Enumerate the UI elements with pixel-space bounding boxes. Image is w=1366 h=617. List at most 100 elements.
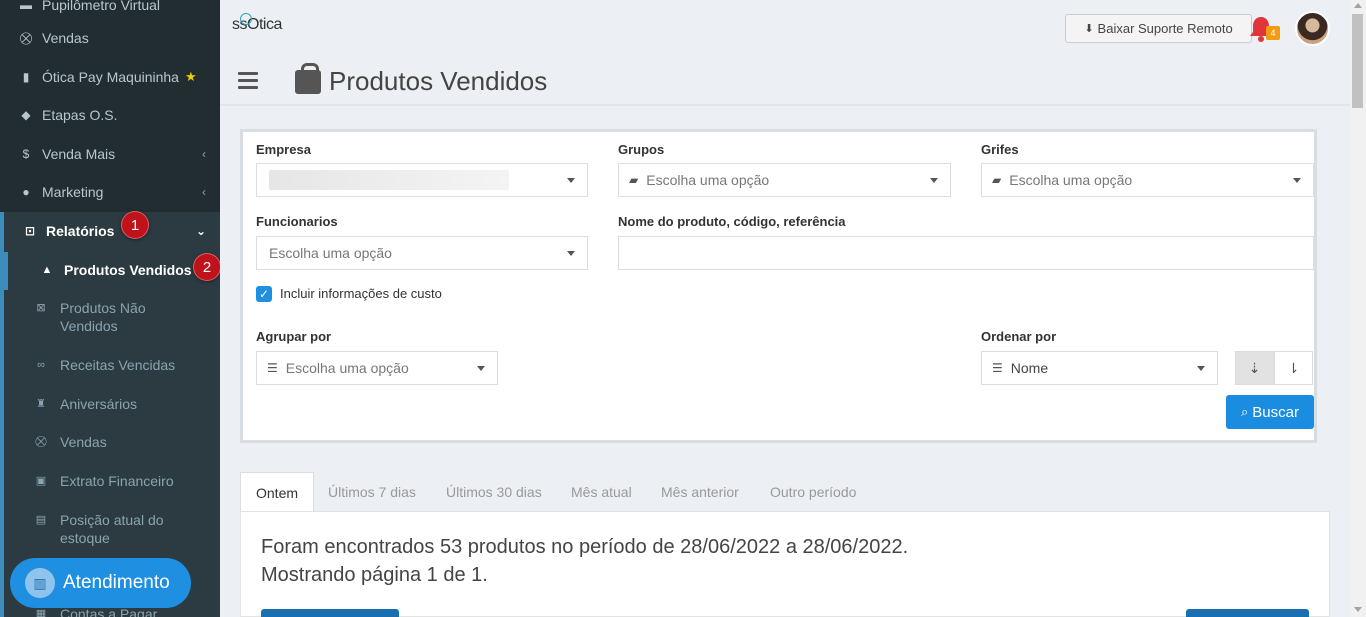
cake-icon: ♜ xyxy=(36,398,46,410)
sidebar-subitem-label: Vendas xyxy=(60,434,107,450)
logo[interactable]: ssOtica xyxy=(232,13,282,34)
sidebar-item-marketing[interactable]: ● Marketing ‹ xyxy=(0,173,220,211)
sidebar-subitem-aniversarios[interactable]: ♜ Aniversários xyxy=(4,395,220,413)
incluir-custo-checkbox[interactable]: ✓ xyxy=(256,286,272,302)
sidebar: ▬ Pupilômetro Virtual ⛒ Vendas ▮ Ótica P… xyxy=(0,0,220,617)
topbar: ssOtica ⬇ Baixar Suporte Remoto 4 xyxy=(220,0,1350,58)
sidebar-item-label: Etapas O.S. xyxy=(42,107,118,123)
buscar-label: Buscar xyxy=(1252,403,1299,421)
atendimento-button[interactable]: ▥ Atendimento xyxy=(10,558,191,608)
scroll-down-icon[interactable] xyxy=(1354,607,1362,612)
sidebar-subitem-label: Produtos Vendidos xyxy=(64,262,192,278)
sidebar-subitem-receitas-vencidas[interactable]: ∞ Receitas Vencidas xyxy=(4,356,220,374)
book-icon: ▥ xyxy=(25,568,55,598)
grupos-select[interactable]: ▰ Escolha uma opção xyxy=(618,163,951,197)
ordenar-select[interactable]: ☰ Nome xyxy=(981,351,1218,385)
basket-icon: ⛒ xyxy=(35,436,47,448)
tag-icon: ◆ xyxy=(21,108,31,122)
export-button[interactable] xyxy=(261,609,399,617)
tab-ultimos-30-dias[interactable]: Últimos 30 dias xyxy=(431,472,557,512)
glasses-icon: ∞ xyxy=(37,359,45,371)
funcionarios-label: Funcionarios xyxy=(256,214,338,229)
sidebar-subitem-label: Aniversários xyxy=(60,396,138,412)
chevron-left-icon: ‹ xyxy=(202,185,206,199)
nome-produto-label: Nome do produto, código, referência xyxy=(618,214,846,229)
tab-ultimos-7-dias[interactable]: Últimos 7 dias xyxy=(313,472,431,512)
chat-icon: ● xyxy=(22,185,30,199)
empresa-select[interactable] xyxy=(256,163,588,197)
star-icon: ★ xyxy=(184,69,197,84)
ordenar-label: Ordenar por xyxy=(981,329,1057,344)
sidebar-subitem-posicao-estoque[interactable]: ▤ Posição atual do estoque xyxy=(4,511,204,547)
sidebar-item-otica-pay[interactable]: ▮ Ótica Pay Maquininha ★ xyxy=(0,58,220,96)
caret-down-icon xyxy=(930,178,938,183)
sidebar-item-venda-mais[interactable]: $ Venda Mais ‹ xyxy=(0,135,220,173)
tab-mes-atual[interactable]: Mês atual xyxy=(556,472,647,512)
list-icon: ☰ xyxy=(992,361,1003,375)
logo-ring-icon xyxy=(240,13,252,25)
sort-ascending-icon: ⇣ xyxy=(1248,359,1261,376)
caret-down-icon xyxy=(477,366,485,371)
sidebar-item-label: Relatórios xyxy=(46,223,115,239)
ruler-icon: ▬ xyxy=(20,0,32,12)
incluir-custo-label: Incluir informações de custo xyxy=(280,286,442,301)
report-icon: ⊡ xyxy=(24,224,36,238)
money-icon: ▣ xyxy=(35,475,47,487)
scrollbar[interactable] xyxy=(1350,0,1366,617)
sort-ascending-button[interactable]: ⇣ xyxy=(1235,351,1274,385)
folder-icon: ▰ xyxy=(992,173,1002,187)
grifes-select[interactable]: ▰ Escolha uma opção xyxy=(981,163,1314,197)
sidebar-item-label: Venda Mais xyxy=(42,146,116,162)
caret-down-icon xyxy=(567,251,575,256)
user-avatar[interactable] xyxy=(1295,11,1330,46)
buscar-button[interactable]: ⌕ Buscar xyxy=(1226,395,1314,429)
step-badge-1: 1 xyxy=(121,211,149,239)
menu-toggle-icon[interactable] xyxy=(238,72,258,90)
sidebar-subitem-label: Extrato Financeiro xyxy=(60,473,174,489)
sidebar-item-etapas[interactable]: ◆ Etapas O.S. xyxy=(0,96,220,134)
grifes-label: Grifes xyxy=(981,142,1019,157)
tab-ontem[interactable]: Ontem xyxy=(240,472,315,512)
sidebar-item-vendas[interactable]: ⛒ Vendas xyxy=(0,19,220,57)
card-machine-icon: ▮ xyxy=(22,70,30,84)
sidebar-subitem-produtos-vendidos[interactable]: ▲ Produtos Vendidos xyxy=(4,261,220,279)
scroll-up-icon[interactable] xyxy=(1354,3,1362,8)
dollar-icon: $ xyxy=(22,147,30,161)
basket-icon: ⛒ xyxy=(19,30,33,45)
empresa-blurred-value xyxy=(269,170,509,190)
sidebar-subitem-extrato[interactable]: ▣ Extrato Financeiro xyxy=(4,472,220,490)
grupos-placeholder: Escolha uma opção xyxy=(646,172,770,188)
tab-mes-anterior[interactable]: Mês anterior xyxy=(646,472,754,512)
sidebar-item-label: Ótica Pay Maquininha xyxy=(42,69,179,85)
funcionarios-select[interactable]: Escolha uma opção xyxy=(256,236,588,270)
sidebar-subitem-label: Posição atual do estoque xyxy=(60,512,164,546)
sort-descending-button[interactable]: ⇂ xyxy=(1274,351,1313,385)
download-remote-support-button[interactable]: ⬇ Baixar Suporte Remoto xyxy=(1065,14,1252,43)
sidebar-item-label: Marketing xyxy=(42,184,104,200)
agrupar-label: Agrupar por xyxy=(256,329,332,344)
chevron-left-icon: ‹ xyxy=(202,147,206,161)
notification-count: 4 xyxy=(1266,26,1280,40)
grupos-label: Grupos xyxy=(618,142,665,157)
atendimento-label: Atendimento xyxy=(63,572,170,593)
results-pagination: Mostrando página 1 de 1. xyxy=(261,564,488,586)
sidebar-subitem-produtos-nao-vendidos[interactable]: ⊠ Produtos Não Vendidos xyxy=(4,299,204,335)
search-icon: ⌕ xyxy=(1241,404,1249,419)
sidebar-item-relatorios[interactable]: ⊡ Relatórios ⌄ xyxy=(0,212,220,250)
period-tabs: Ontem Últimos 7 dias Últimos 30 dias Mês… xyxy=(240,472,1330,512)
ordenar-value: Nome xyxy=(1010,360,1049,376)
box-x-icon: ⊠ xyxy=(36,302,46,314)
file-icon: ▤ xyxy=(35,514,47,526)
print-button[interactable] xyxy=(1186,609,1309,617)
download-icon: ⬇ xyxy=(1084,23,1094,35)
sidebar-item-label: Vendas xyxy=(42,30,89,46)
page-title-text: Produtos Vendidos xyxy=(329,66,548,96)
nome-produto-input[interactable] xyxy=(618,236,1314,270)
agrupar-select[interactable]: ☰ Escolha uma opção xyxy=(256,351,498,385)
sidebar-subitem-label: Produtos Não Vendidos xyxy=(60,300,146,334)
scroll-thumb[interactable] xyxy=(1352,14,1363,108)
tab-outro-periodo[interactable]: Outro período xyxy=(755,472,871,512)
empresa-label: Empresa xyxy=(256,142,311,157)
step-badge-2: 2 xyxy=(193,253,220,281)
sidebar-subitem-vendas[interactable]: ⛒ Vendas xyxy=(4,433,220,451)
